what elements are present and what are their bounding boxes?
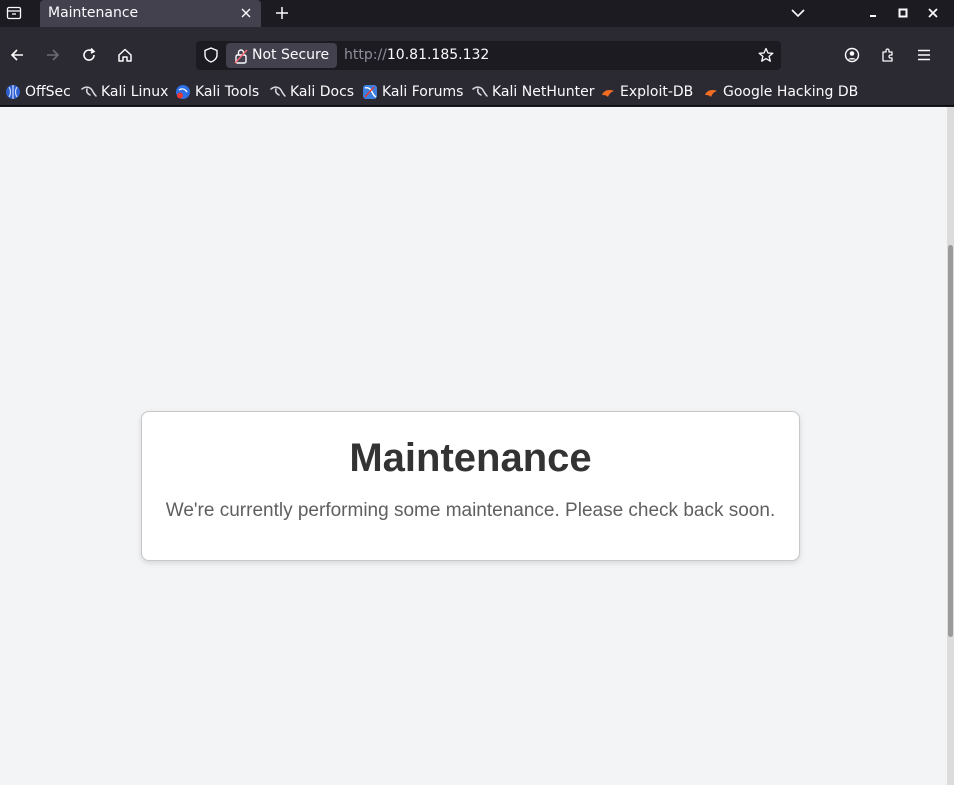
arrow-right-icon xyxy=(47,49,60,61)
plus-icon xyxy=(276,7,288,19)
bookmark-kali-forums[interactable]: Kali Forums xyxy=(362,82,463,102)
kali-dragon-icon xyxy=(81,84,97,100)
bookmark-page-button[interactable] xyxy=(757,46,775,64)
firefox-view-button[interactable] xyxy=(3,3,25,23)
bookmark-label: Exploit-DB xyxy=(620,84,694,100)
app-menu-button[interactable] xyxy=(912,43,936,67)
bookmark-google-hacking-db[interactable]: Google Hacking DB xyxy=(703,82,858,102)
minimize-button[interactable] xyxy=(863,3,883,23)
tab-maintenance[interactable]: Maintenance xyxy=(40,0,261,27)
kali-forums-icon xyxy=(362,84,378,100)
close-icon xyxy=(241,8,251,18)
insecure-lock-icon xyxy=(234,49,248,64)
new-tab-button[interactable] xyxy=(272,3,292,23)
star-icon xyxy=(758,47,774,62)
url-scheme: http:// xyxy=(344,47,387,63)
bookmark-label: Google Hacking DB xyxy=(723,84,859,100)
home-button[interactable] xyxy=(113,43,137,67)
bookmark-label: Kali Forums xyxy=(382,84,464,100)
tab-strip: Maintenance xyxy=(0,0,954,27)
maintenance-card: Maintenance We're currently performing s… xyxy=(141,411,800,561)
back-button[interactable] xyxy=(5,43,29,67)
offsec-icon xyxy=(5,84,21,100)
puzzle-piece-icon xyxy=(882,48,893,62)
kali-tools-icon xyxy=(175,84,191,100)
firefox-view-icon xyxy=(6,6,22,20)
bookmark-kali-tools[interactable]: Kali Tools xyxy=(175,82,259,102)
tab-title: Maintenance xyxy=(48,5,139,21)
site-security-button[interactable]: Not Secure xyxy=(226,43,338,68)
account-button[interactable] xyxy=(840,43,864,67)
bookmark-label: Kali Linux xyxy=(101,84,169,100)
page-title: Maintenance xyxy=(349,436,592,480)
home-icon xyxy=(118,48,132,62)
bookmark-label: Kali NetHunter xyxy=(492,84,595,100)
bookmark-kali-docs[interactable]: Kali Docs xyxy=(270,82,354,102)
hamburger-menu-icon xyxy=(918,49,930,61)
tracking-protection-button[interactable] xyxy=(202,46,220,64)
kali-dragon-icon xyxy=(472,84,488,100)
reload-button[interactable] xyxy=(77,43,101,67)
page-content: Maintenance We're currently performing s… xyxy=(0,107,947,785)
reload-icon xyxy=(83,47,96,61)
url-text[interactable]: http://10.81.185.132 xyxy=(344,47,489,63)
kali-dragon-icon xyxy=(270,84,286,100)
exploit-db-icon xyxy=(600,84,616,100)
maintenance-message: We're currently performing some maintena… xyxy=(165,500,776,521)
bookmark-kali-nethunter[interactable]: Kali NetHunter xyxy=(472,82,594,102)
navigation-toolbar: Not Secure http://10.81.185.132 xyxy=(0,27,954,83)
bookmark-label: OffSec xyxy=(25,84,71,100)
extensions-button[interactable] xyxy=(876,43,900,67)
bookmark-kali-linux[interactable]: Kali Linux xyxy=(81,82,168,102)
url-host: 10.81.185.132 xyxy=(386,47,490,63)
scrollbar-thumb[interactable] xyxy=(948,245,953,637)
close-tab-button[interactable] xyxy=(239,6,253,20)
maximize-icon xyxy=(898,8,908,18)
exploit-db-icon xyxy=(703,84,719,100)
shield-icon xyxy=(204,47,218,63)
maximize-button[interactable] xyxy=(893,3,913,23)
arrow-left-icon xyxy=(10,49,23,61)
bookmark-label: Kali Docs xyxy=(290,84,355,100)
bookmark-offsec[interactable]: OffSec xyxy=(5,82,71,102)
bookmark-label: Kali Tools xyxy=(195,84,260,100)
security-label: Not Secure xyxy=(252,47,330,63)
account-icon xyxy=(844,47,860,63)
page-scrollbar[interactable] xyxy=(947,107,954,785)
chevron-down-icon xyxy=(791,9,805,18)
list-all-tabs-button[interactable] xyxy=(788,3,808,23)
forward-button[interactable] xyxy=(41,43,65,67)
bookmarks-toolbar: OffSec Kali Linux Kali Tools Kali Docs K… xyxy=(0,78,954,106)
close-window-button[interactable] xyxy=(923,3,943,23)
minimize-icon xyxy=(870,15,876,17)
address-bar[interactable]: Not Secure http://10.81.185.132 xyxy=(196,41,781,70)
bookmark-exploit-db[interactable]: Exploit-DB xyxy=(600,82,693,102)
close-icon xyxy=(928,8,938,18)
